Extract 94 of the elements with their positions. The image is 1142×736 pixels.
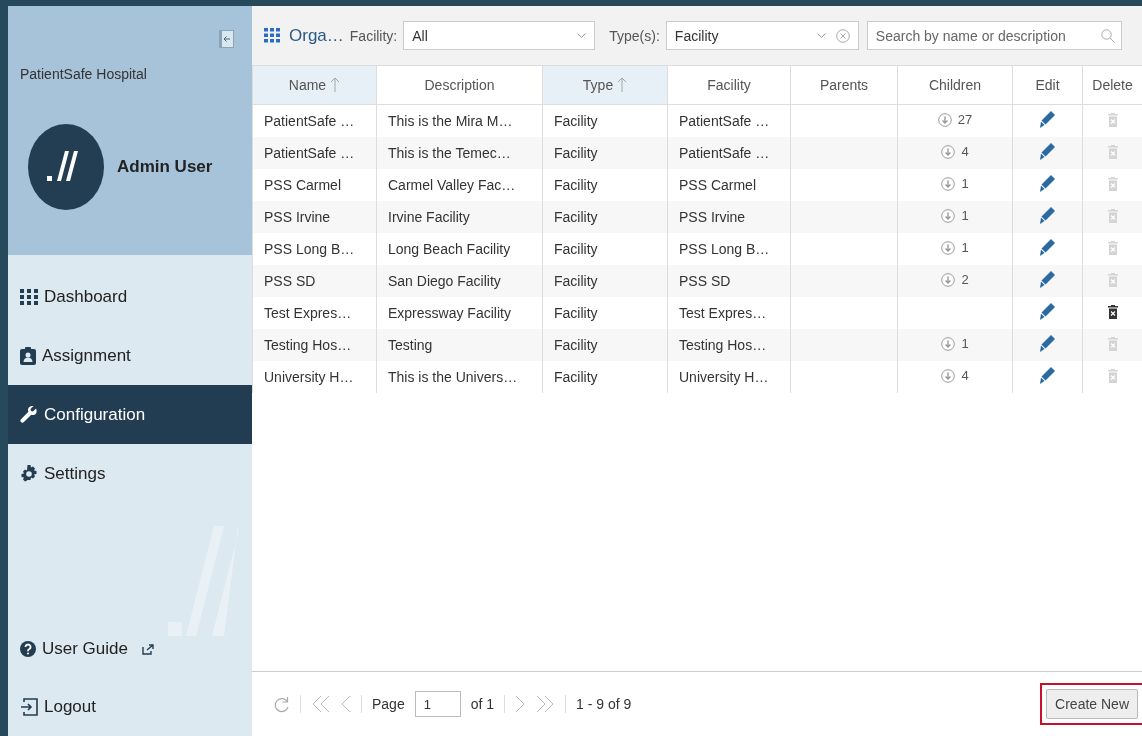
help-icon — [20, 641, 36, 657]
search-icon — [1100, 28, 1115, 43]
nav-item[interactable]: Assignment — [8, 326, 252, 385]
table-cell: Facility — [542, 201, 668, 233]
children-count: 4 — [961, 368, 969, 384]
nav-item[interactable]: User Guide — [8, 620, 252, 678]
collapse-icon[interactable] — [219, 30, 234, 48]
page-title: Orga… — [289, 25, 344, 46]
first-page-icon[interactable] — [311, 695, 331, 713]
page-count: of 1 — [470, 696, 495, 712]
expand-down-icon[interactable] — [941, 208, 956, 223]
logout-icon — [20, 698, 38, 716]
table-cell: PSS SD — [667, 265, 791, 297]
table-cell: San Diego Facility — [376, 265, 543, 297]
column-header[interactable]: Description — [376, 66, 543, 105]
children-count: 1 — [961, 208, 969, 224]
table-cell: This is the Univers… — [376, 361, 543, 393]
expand-down-icon[interactable] — [941, 272, 956, 287]
table-cell: Testing — [376, 329, 543, 361]
chevron-icon — [816, 32, 826, 39]
next-page-icon[interactable] — [515, 695, 526, 713]
edit-pencil-icon[interactable] — [1040, 239, 1055, 256]
edit-pencil-icon[interactable] — [1040, 367, 1055, 384]
user-name: Admin User — [117, 157, 213, 177]
type-dropdown[interactable]: Facility — [665, 21, 859, 50]
facility-dropdown[interactable]: All — [403, 21, 596, 50]
column-header[interactable]: Name — [252, 66, 377, 105]
page-label: Page — [372, 696, 405, 712]
children-count: 1 — [961, 176, 969, 192]
edit-pencil-icon[interactable] — [1040, 207, 1055, 224]
edit-pencil-icon[interactable] — [1040, 303, 1055, 320]
search-field[interactable]: Search by name or description — [866, 21, 1122, 50]
edit-pencil-icon[interactable] — [1040, 335, 1055, 352]
expand-down-icon[interactable] — [941, 240, 956, 255]
column-header[interactable]: Delete — [1082, 66, 1142, 105]
children-count: 1 — [961, 240, 969, 256]
children-count: 2 — [961, 272, 969, 288]
nav-item[interactable]: Settings — [8, 444, 252, 503]
nav-item[interactable]: Logout — [8, 678, 252, 736]
table-cell: PSS SD — [252, 265, 377, 297]
create-new-button[interactable]: Create New — [1046, 689, 1138, 719]
column-header[interactable]: Parents — [790, 66, 898, 105]
facility-label: Facility: — [349, 27, 398, 44]
clipboard-person-icon — [20, 346, 36, 365]
table-cell: Facility — [542, 329, 668, 361]
edit-pencil-icon[interactable] — [1040, 271, 1055, 288]
clear-icon[interactable] — [835, 28, 850, 43]
organization-name: PatientSafe Hospital — [20, 66, 147, 82]
expand-down-icon[interactable] — [941, 336, 956, 351]
trash-icon[interactable] — [1107, 304, 1118, 319]
table-cell: Facility — [542, 361, 668, 393]
edit-pencil-icon[interactable] — [1040, 111, 1055, 128]
nav-item[interactable]: Configuration — [8, 385, 252, 444]
last-page-icon[interactable] — [535, 695, 556, 713]
table-cell: Testing Hos… — [252, 329, 377, 361]
column-header[interactable]: Edit — [1012, 66, 1083, 105]
column-header[interactable]: Children — [897, 66, 1013, 105]
table-cell: University H… — [252, 361, 377, 393]
wrench-icon — [20, 405, 38, 424]
type-label: Type(s): — [609, 27, 660, 44]
record-range: 1 - 9 of 9 — [576, 696, 632, 712]
page-number-field[interactable]: 1 — [414, 691, 461, 717]
gear-icon — [20, 464, 38, 483]
grid-icon — [20, 287, 38, 306]
avatar-logo-icon — [28, 124, 104, 210]
column-header[interactable]: Facility — [667, 66, 791, 105]
table-cell: University H… — [667, 361, 791, 393]
external-link-icon — [142, 643, 154, 655]
refresh-icon[interactable] — [274, 695, 290, 713]
expand-down-icon[interactable] — [941, 144, 956, 159]
table-cell: PatientSafe … — [667, 137, 791, 169]
children-count: 4 — [961, 144, 969, 160]
chevron-icon — [577, 32, 587, 39]
edit-pencil-icon[interactable] — [1040, 143, 1055, 160]
children-count: 27 — [957, 112, 973, 128]
table-cell: Facility — [542, 137, 668, 169]
expand-down-icon[interactable] — [941, 176, 956, 191]
sort-arrow-icon — [330, 77, 341, 92]
column-header[interactable]: Type — [542, 66, 668, 105]
nav-item[interactable]: Dashboard — [8, 267, 252, 326]
table-cell: PSS Irvine — [252, 201, 377, 233]
edit-pencil-icon[interactable] — [1040, 175, 1055, 192]
sort-arrow-icon — [617, 77, 628, 92]
previous-page-icon[interactable] — [341, 695, 351, 713]
grid-icon — [264, 28, 281, 43]
table-cell: This is the Temec… — [376, 137, 543, 169]
table-cell: PSS Irvine — [667, 201, 791, 233]
expand-down-icon[interactable] — [937, 112, 952, 127]
table-cell: Irvine Facility — [376, 201, 543, 233]
table-cell: PatientSafe … — [252, 137, 377, 169]
table-cell: Testing Hos… — [667, 329, 791, 361]
children-count: 1 — [961, 336, 969, 352]
expand-down-icon[interactable] — [941, 368, 956, 383]
table-cell: Facility — [542, 265, 668, 297]
